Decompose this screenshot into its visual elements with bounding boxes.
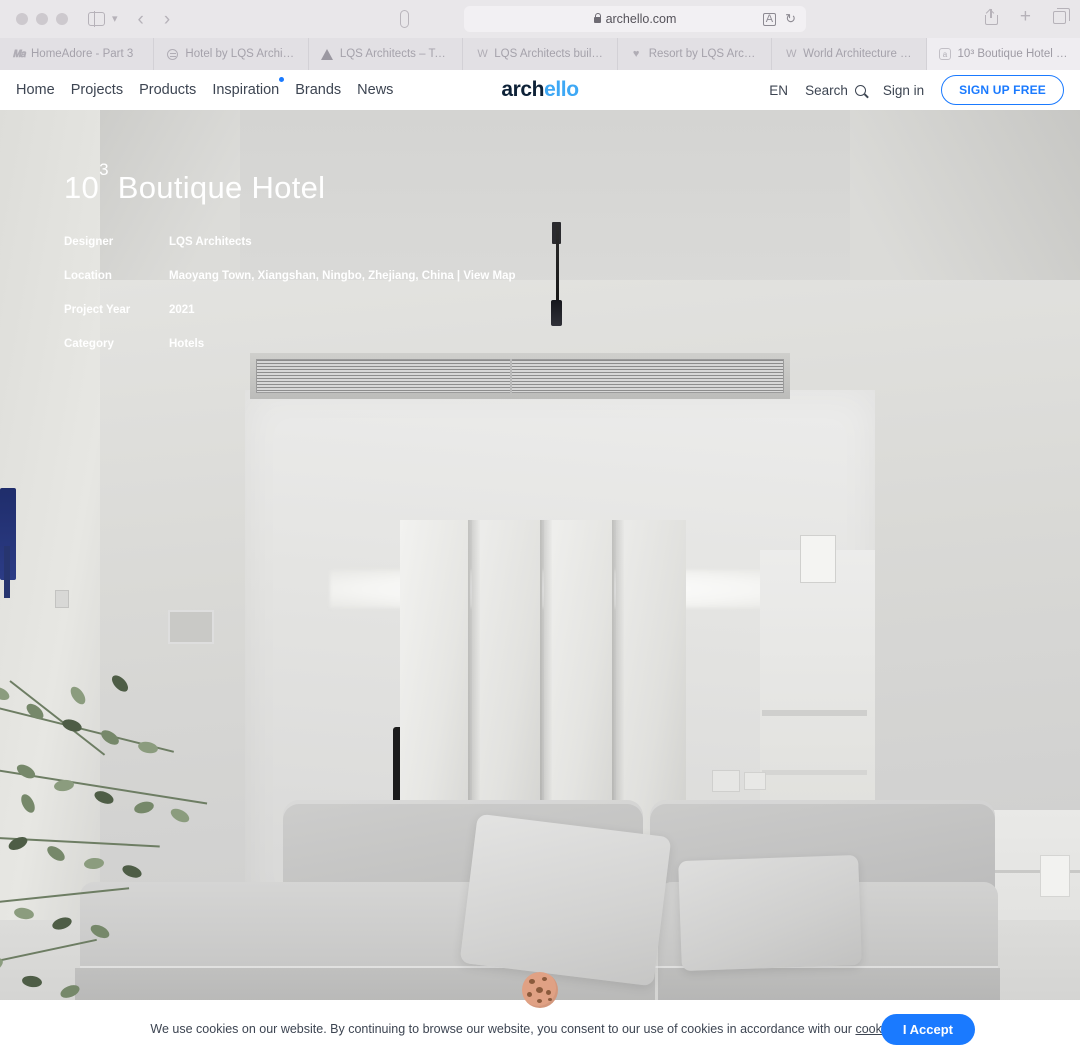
chevron-down-icon[interactable]: ▾ xyxy=(112,13,118,25)
tab-title: LQS Architects built… xyxy=(494,48,605,60)
close-window-button[interactable] xyxy=(16,13,28,25)
plus-icon[interactable]: + xyxy=(1020,7,1031,26)
safari-browser-window: ▾ ‹ › archello.com A ↻ + 𝐌𝐚 HomeAdore - … xyxy=(0,0,1080,1058)
tab-strip: 𝐌𝐚 HomeAdore - Part 3 Hotel by LQS Archi… xyxy=(0,38,1080,70)
browser-tab[interactable]: LQS Architects – Tag… xyxy=(309,38,464,70)
metadata-value-category[interactable]: Hotels xyxy=(169,338,204,350)
browser-tab-active[interactable]: a 10³ Boutique Hotel |… xyxy=(926,38,1080,70)
archello-a-icon: a xyxy=(939,48,952,61)
browser-tab[interactable]: Hotel by LQS Archite… xyxy=(154,38,309,70)
address-bar[interactable]: archello.com A ↻ xyxy=(464,6,806,32)
tab-title: LQS Architects – Tag… xyxy=(339,48,451,60)
toolbar-right-actions: + xyxy=(984,7,1070,26)
heart-icon: ♥ xyxy=(632,48,640,60)
cookie-consent-text: We use cookies on our website. By contin… xyxy=(150,1022,929,1036)
tab-overview-icon[interactable] xyxy=(1053,8,1070,24)
metadata-value-year: 2021 xyxy=(169,304,195,316)
triangle-icon xyxy=(321,48,334,61)
nav-item-inspiration[interactable]: Inspiration xyxy=(212,77,285,98)
back-arrow-icon[interactable]: ‹ xyxy=(138,10,144,29)
metadata-row: Designer LQS Architects xyxy=(64,236,516,248)
cookie-text-main: We use cookies on our website. By contin… xyxy=(150,1022,856,1036)
project-metadata: Designer LQS Architects Location Maoyang… xyxy=(64,236,516,350)
browser-toolbar: ▾ ‹ › archello.com A ↻ + xyxy=(0,0,1080,38)
maximize-window-button[interactable] xyxy=(56,13,68,25)
webpage-content: Home Projects Products Inspiration Brand… xyxy=(0,70,1080,1058)
minimize-window-button[interactable] xyxy=(36,13,48,25)
browser-tab[interactable]: 𝐌𝐚 HomeAdore - Part 3 xyxy=(0,38,155,70)
lock-icon xyxy=(593,13,602,23)
metadata-key: Project Year xyxy=(64,304,131,316)
wavy-room-divider xyxy=(400,520,686,840)
cushion-small xyxy=(678,854,862,972)
tab-title: 10³ Boutique Hotel |… xyxy=(957,48,1068,60)
metadata-key: Location xyxy=(64,270,112,282)
page-title-superscript: 3 xyxy=(99,159,109,179)
reload-icon[interactable]: ↻ xyxy=(785,11,796,27)
metadata-row: Category Hotels xyxy=(64,338,516,350)
tab-title: Resort by LQS Archit… xyxy=(648,48,760,60)
tab-title: Hotel by LQS Archite… xyxy=(185,48,296,60)
sidebar-toggle-icon[interactable] xyxy=(88,11,105,27)
nav-item-projects[interactable]: Projects xyxy=(71,82,123,98)
nav-item-news[interactable]: News xyxy=(357,82,393,98)
search-label: Search xyxy=(805,82,848,98)
language-selector[interactable]: EN xyxy=(769,83,788,98)
w-icon: W xyxy=(477,48,487,60)
logo-part-light: ello xyxy=(544,78,579,101)
circle-icon xyxy=(166,48,179,61)
cookie-consent-banner: We use cookies on our website. By contin… xyxy=(0,972,1080,1058)
hero-section: 103 Boutique Hotel Designer LQS Architec… xyxy=(0,110,1080,1058)
metadata-value-designer[interactable]: LQS Architects xyxy=(169,236,252,248)
tab-title: World Architecture C… xyxy=(803,48,914,60)
forward-arrow-icon[interactable]: › xyxy=(164,10,170,29)
metadata-value-location[interactable]: Maoyang Town, Xiangshan, Ningbo, Zhejian… xyxy=(169,270,516,282)
metadata-row: Project Year 2021 xyxy=(64,304,516,316)
nav-item-brands[interactable]: Brands xyxy=(295,82,341,98)
page-title: 103 Boutique Hotel xyxy=(64,160,516,206)
page-title-rest: Boutique Hotel xyxy=(108,170,326,205)
metadata-row: Location Maoyang Town, Xiangshan, Ningbo… xyxy=(64,270,516,282)
page-title-base: 10 xyxy=(64,170,100,205)
accept-cookies-button[interactable]: I Accept xyxy=(880,1013,975,1045)
nav-item-home[interactable]: Home xyxy=(16,82,55,98)
share-icon[interactable] xyxy=(984,8,998,25)
browser-tab[interactable]: W World Architecture C… xyxy=(772,38,927,70)
signup-button[interactable]: SIGN UP FREE xyxy=(941,75,1064,105)
homeadore-icon: 𝐌𝐚 xyxy=(12,48,25,60)
translate-icon[interactable]: A xyxy=(762,12,777,26)
search-icon xyxy=(854,84,866,96)
main-navigation: Home Projects Products Inspiration Brand… xyxy=(16,77,393,98)
notification-dot-icon xyxy=(279,77,285,82)
hero-project-info: 103 Boutique Hotel Designer LQS Architec… xyxy=(64,160,516,372)
search-button[interactable]: Search xyxy=(805,83,866,98)
navigation-arrows: ‹ › xyxy=(138,10,171,29)
nav-item-products[interactable]: Products xyxy=(139,82,196,98)
cookie-icon xyxy=(522,972,558,1008)
browser-tab[interactable]: ♥ Resort by LQS Archit… xyxy=(618,38,773,70)
w-icon: W xyxy=(786,48,796,60)
archello-logo[interactable]: archello xyxy=(501,78,579,102)
address-bar-actions: A ↻ xyxy=(762,11,796,27)
site-header: Home Projects Products Inspiration Brand… xyxy=(0,70,1080,110)
reader-sidebar-icon[interactable] xyxy=(400,10,409,28)
metadata-key: Designer xyxy=(64,236,114,248)
tab-title: HomeAdore - Part 3 xyxy=(31,48,134,60)
browser-tab[interactable]: W LQS Architects built… xyxy=(463,38,618,70)
logo-part-dark: arch xyxy=(501,78,545,101)
address-bar-url: archello.com xyxy=(605,12,677,26)
signin-link[interactable]: Sign in xyxy=(883,83,924,98)
metadata-key: Category xyxy=(64,338,114,350)
header-right-actions: EN Search Sign in SIGN UP FREE xyxy=(769,75,1064,105)
cushion-large xyxy=(459,813,672,987)
window-controls xyxy=(0,13,68,25)
nav-item-inspiration-label: Inspiration xyxy=(212,82,280,98)
